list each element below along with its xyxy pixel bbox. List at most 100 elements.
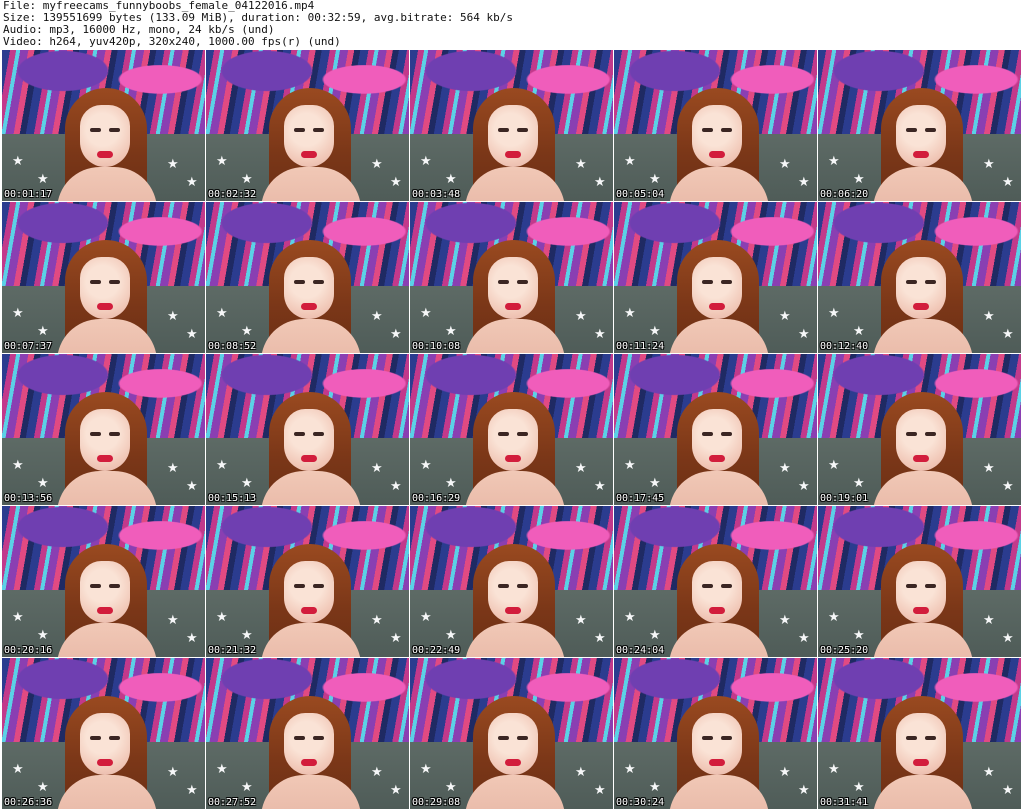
thumbnail[interactable]: ★ ★ ★ ★ 00:10:08 [410,202,613,353]
eye [702,432,713,436]
star-icon: ★ [241,172,253,187]
timestamp: 00:16:29 [412,493,461,504]
eye [517,128,528,132]
lips [301,759,317,766]
thumbnail[interactable]: ★ ★ ★ ★ 00:31:41 [818,658,1021,809]
timestamp: 00:03:48 [412,189,461,200]
eye [906,432,917,436]
timestamp: 00:17:45 [616,493,665,504]
star-icon: ★ [624,306,636,321]
timestamp: 00:10:08 [412,341,461,352]
thumbnail[interactable]: ★ ★ ★ ★ 00:02:32 [206,50,409,201]
thumbnail[interactable]: ★ ★ ★ ★ 00:07:37 [2,202,205,353]
star-icon: ★ [167,765,179,780]
eye [498,280,509,284]
thumbnail[interactable]: ★ ★ ★ ★ 00:01:17 [2,50,205,201]
thumbnail[interactable]: ★ ★ ★ ★ 00:17:45 [614,354,817,505]
eye [313,128,324,132]
thumbnail[interactable]: ★ ★ ★ ★ 00:11:24 [614,202,817,353]
eye [702,280,713,284]
star-icon: ★ [798,175,810,190]
lips [913,455,929,462]
star-icon: ★ [828,306,840,321]
timestamp: 00:30:24 [616,797,665,808]
star-icon: ★ [1002,479,1014,494]
thumbnail[interactable]: ★ ★ ★ ★ 00:16:29 [410,354,613,505]
star-icon: ★ [649,628,661,643]
star-icon: ★ [371,613,383,628]
thumbnail[interactable]: ★ ★ ★ ★ 00:27:52 [206,658,409,809]
star-icon: ★ [241,476,253,491]
timestamp: 00:26:36 [4,797,53,808]
thumbnail[interactable]: ★ ★ ★ ★ 00:29:08 [410,658,613,809]
thumbnail[interactable]: ★ ★ ★ ★ 00:21:32 [206,506,409,657]
star-icon: ★ [216,610,228,625]
timestamp: 00:22:49 [412,645,461,656]
thumbnail[interactable]: ★ ★ ★ ★ 00:13:56 [2,354,205,505]
star-icon: ★ [798,631,810,646]
thumbnail[interactable]: ★ ★ ★ ★ 00:30:24 [614,658,817,809]
timestamp: 00:25:20 [820,645,869,656]
eye [498,432,509,436]
thumbnail[interactable]: ★ ★ ★ ★ 00:12:40 [818,202,1021,353]
thumbnail[interactable]: ★ ★ ★ ★ 00:19:01 [818,354,1021,505]
timestamp: 00:13:56 [4,493,53,504]
lips [709,303,725,310]
thumbnail[interactable]: ★ ★ ★ ★ 00:08:52 [206,202,409,353]
eye [721,584,732,588]
star-icon: ★ [12,306,24,321]
lips [505,151,521,158]
star-icon: ★ [445,628,457,643]
lips [709,455,725,462]
star-icon: ★ [186,327,198,342]
star-icon: ★ [390,631,402,646]
thumbnail[interactable]: ★ ★ ★ ★ 00:25:20 [818,506,1021,657]
star-icon: ★ [420,458,432,473]
lips [709,151,725,158]
star-icon: ★ [779,613,791,628]
timestamp: 00:24:04 [616,645,665,656]
star-icon: ★ [167,309,179,324]
eye [313,736,324,740]
star-icon: ★ [241,780,253,795]
star-icon: ★ [445,324,457,339]
thumbnail[interactable]: ★ ★ ★ ★ 00:05:04 [614,50,817,201]
timestamp: 00:27:52 [208,797,257,808]
thumbnail[interactable]: ★ ★ ★ ★ 00:03:48 [410,50,613,201]
eye [90,280,101,284]
star-icon: ★ [594,783,606,798]
star-icon: ★ [420,154,432,169]
eye [498,128,509,132]
star-icon: ★ [390,479,402,494]
lips [301,303,317,310]
thumbnail[interactable]: ★ ★ ★ ★ 00:15:13 [206,354,409,505]
timestamp: 00:15:13 [208,493,257,504]
star-icon: ★ [624,154,636,169]
eye [702,584,713,588]
star-icon: ★ [798,327,810,342]
thumbnail[interactable]: ★ ★ ★ ★ 00:20:16 [2,506,205,657]
star-icon: ★ [828,154,840,169]
eye [498,736,509,740]
eye [294,432,305,436]
star-icon: ★ [649,172,661,187]
star-icon: ★ [1002,327,1014,342]
eye [90,736,101,740]
thumbnail[interactable]: ★ ★ ★ ★ 00:06:20 [818,50,1021,201]
eye [517,584,528,588]
star-icon: ★ [390,175,402,190]
star-icon: ★ [216,762,228,777]
thumbnail[interactable]: ★ ★ ★ ★ 00:24:04 [614,506,817,657]
thumbnail[interactable]: ★ ★ ★ ★ 00:22:49 [410,506,613,657]
thumbnail[interactable]: ★ ★ ★ ★ 00:26:36 [2,658,205,809]
star-icon: ★ [241,628,253,643]
star-icon: ★ [167,157,179,172]
timestamp: 00:06:20 [820,189,869,200]
star-icon: ★ [983,309,995,324]
video-info-line: Video: h264, yuv420p, 320x240, 1000.00 f… [3,35,341,48]
lips [301,455,317,462]
eye [702,128,713,132]
star-icon: ★ [445,780,457,795]
eye [109,584,120,588]
eye [906,584,917,588]
